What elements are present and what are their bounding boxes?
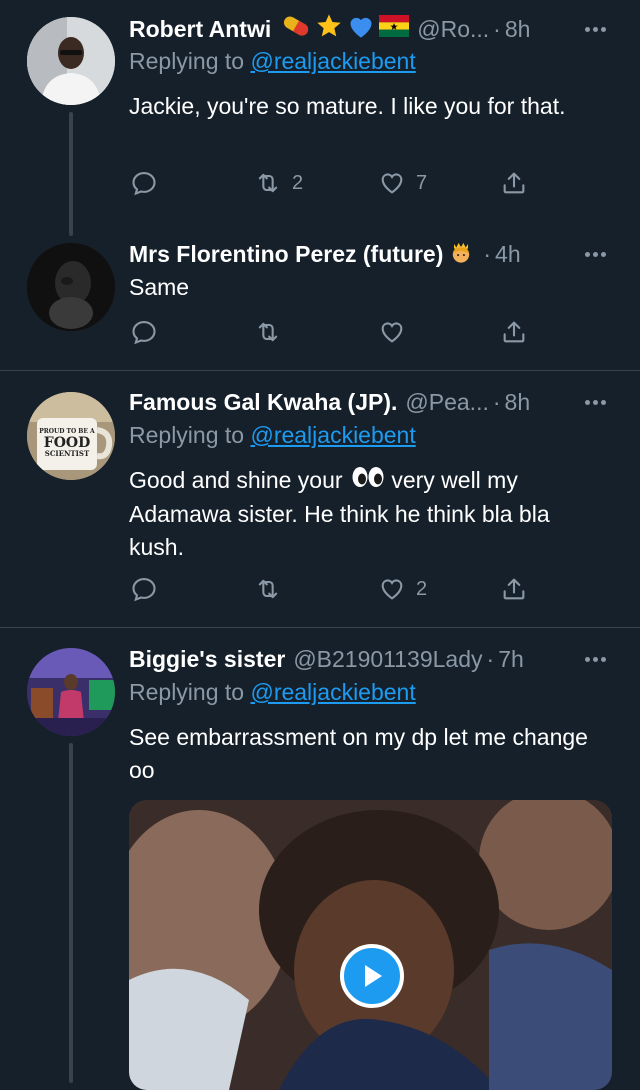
mug-line-1: PROUD TO BE A	[39, 428, 95, 435]
retweet-button[interactable]	[254, 573, 282, 605]
display-name[interactable]: Mrs Florentino Perez (future)	[129, 241, 443, 268]
heart-icon	[381, 322, 403, 343]
separator-dot: ·	[492, 388, 501, 415]
tweet-header: Famous Gal Kwaha (JP). @Pea... · 8h	[129, 386, 620, 418]
avatar-photo	[27, 17, 115, 105]
reply-button[interactable]	[130, 573, 158, 605]
avatar[interactable]: PROUD TO BE A FOOD SCIENTIST	[27, 392, 115, 480]
handle[interactable]: @Ro...	[417, 16, 489, 43]
separator-dot: ·	[486, 645, 495, 672]
play-icon[interactable]	[340, 944, 404, 1008]
reply-button[interactable]	[130, 167, 158, 199]
tweet-text: Same	[129, 274, 190, 300]
star-emoji	[315, 12, 343, 46]
pill-emoji	[281, 15, 311, 43]
replying-to: Replying to @realjackiebent	[129, 422, 416, 449]
mention-link[interactable]: @realjackiebent	[250, 679, 415, 705]
heart-icon	[381, 579, 403, 600]
avatar[interactable]	[27, 648, 115, 736]
princess-emoji	[447, 237, 475, 271]
more-icon[interactable]	[580, 645, 610, 673]
like-button[interactable]	[378, 316, 406, 348]
more-icon[interactable]	[580, 240, 610, 268]
like-count: 7	[416, 171, 428, 194]
mug-line-3: SCIENTIST	[45, 449, 90, 458]
share-button[interactable]	[500, 573, 528, 605]
handle[interactable]: @Pea...	[405, 389, 488, 416]
share-icon	[503, 172, 525, 194]
eyes-emoji	[351, 465, 385, 498]
tweet-actions: 2	[0, 573, 640, 605]
avatar[interactable]	[27, 17, 115, 105]
timestamp[interactable]: 4h	[495, 241, 521, 268]
retweet-button[interactable]: 2	[254, 167, 303, 199]
reply-icon	[132, 578, 156, 602]
avatar-photo	[27, 648, 115, 736]
retweet-icon	[258, 579, 278, 599]
replying-prefix: Replying to	[129, 48, 251, 74]
timestamp[interactable]: 7h	[498, 646, 524, 673]
tweet-header: Mrs Florentino Perez (future) · 4h	[129, 238, 620, 270]
tweet-robert-antwi[interactable]: Robert Antwi @Ro... · 8h Replying to @re…	[0, 0, 640, 236]
tweet-actions	[0, 316, 640, 348]
mention-link[interactable]: @realjackiebent	[250, 48, 415, 74]
reply-button[interactable]	[130, 316, 158, 348]
ghana-flag-emoji	[379, 15, 410, 43]
tweet-header: Robert Antwi @Ro... · 8h	[129, 13, 620, 45]
video-thumbnail[interactable]	[129, 800, 612, 1090]
timestamp[interactable]: 8h	[505, 16, 531, 43]
heart-icon	[381, 173, 403, 194]
tweet-actions: 2 7	[0, 167, 640, 199]
avatar-photo: PROUD TO BE A FOOD SCIENTIST	[27, 392, 115, 480]
tweet-header: Biggie's sister @B21901139Lady · 7h	[129, 643, 620, 675]
blue-heart-emoji	[347, 13, 375, 45]
separator-dot: ·	[493, 15, 501, 42]
retweet-icon	[258, 173, 278, 193]
display-name[interactable]: Robert Antwi	[129, 16, 271, 43]
tweet-famous-gal-kwaha[interactable]: PROUD TO BE A FOOD SCIENTIST Famous Gal …	[0, 371, 640, 627]
replying-to: Replying to @realjackiebent	[129, 679, 416, 706]
more-icon[interactable]	[580, 388, 610, 416]
like-button[interactable]: 2	[378, 573, 427, 605]
tweet-text-part-1: Good and shine your	[129, 467, 343, 493]
mention-link[interactable]: @realjackiebent	[250, 422, 415, 448]
share-button[interactable]	[500, 316, 528, 348]
tweet-text: See embarrassment on my dp let me change…	[129, 724, 588, 783]
display-name[interactable]: Famous Gal Kwaha (JP).	[129, 389, 397, 416]
tweet-text: Good and shine your very well my Adamawa…	[129, 464, 609, 564]
share-icon	[503, 578, 525, 600]
retweet-icon	[258, 322, 278, 342]
like-button[interactable]: 7	[378, 167, 427, 199]
more-icon[interactable]	[580, 15, 610, 43]
retweet-button[interactable]	[254, 316, 282, 348]
separator-dot: ·	[483, 240, 492, 267]
tweet-mrs-florentino-perez[interactable]: Mrs Florentino Perez (future) · 4h Same	[0, 230, 640, 370]
thread-line	[69, 743, 73, 1083]
reply-icon	[132, 172, 156, 196]
share-icon	[503, 321, 525, 343]
handle[interactable]: @B21901139Lady	[293, 646, 482, 673]
retweet-count: 2	[292, 171, 304, 194]
replying-prefix: Replying to	[129, 422, 251, 448]
timestamp[interactable]: 8h	[505, 389, 531, 416]
share-button[interactable]	[500, 167, 528, 199]
replying-prefix: Replying to	[129, 679, 251, 705]
display-name[interactable]: Biggie's sister	[129, 646, 285, 673]
tweet-text: Jackie, you're so mature. I like you for…	[129, 93, 566, 119]
replying-to: Replying to @realjackiebent	[129, 48, 416, 75]
reply-icon	[132, 321, 156, 345]
like-count: 2	[416, 577, 428, 600]
